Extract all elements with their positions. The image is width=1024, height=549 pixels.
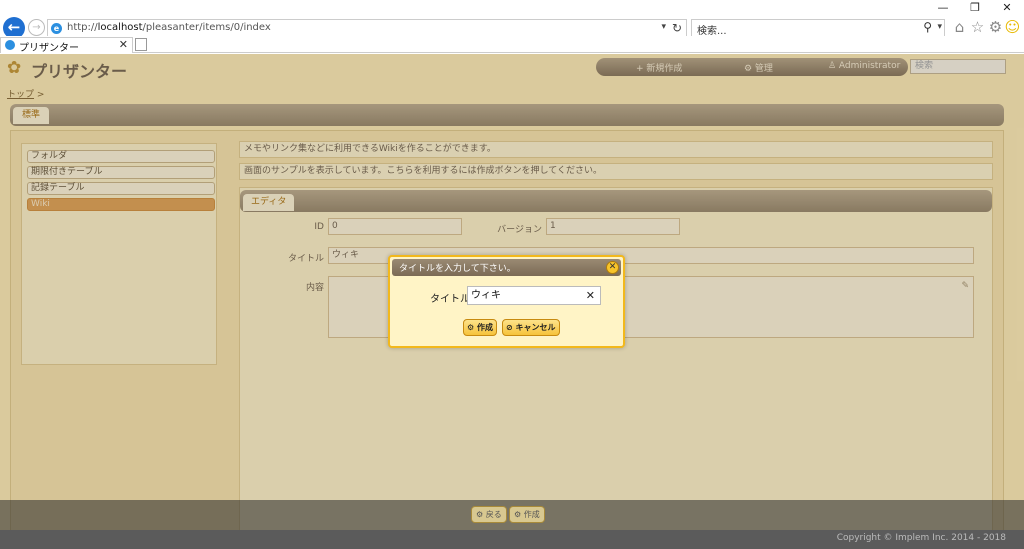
address-dropdown-icon[interactable]: ▾ [661, 22, 666, 32]
browser-search-placeholder: 検索... [697, 26, 727, 37]
copyright-bar: Copyright © Implem Inc. 2014 - 2018 [0, 530, 1024, 549]
search-dropdown-icon[interactable]: ▾ [937, 22, 942, 32]
browser-tabbar: プリザンター ✕ [0, 36, 1024, 54]
dialog-close-icon[interactable]: ✕ [606, 261, 619, 274]
dialog-title: タイトルを入力して下さい。 [399, 264, 516, 274]
browser-tab-title: プリザンター [19, 43, 79, 54]
minimize-button[interactable]: — [928, 0, 958, 16]
footer-button-bar: ⚙ 戻る ⚙ 作成 [0, 500, 1024, 530]
tab-close-icon[interactable]: ✕ [119, 38, 128, 51]
dialog-create-button[interactable]: ⚙ 作成 [463, 319, 497, 336]
favorites-star-icon[interactable]: ☆ [969, 19, 986, 36]
dialog-cancel-button[interactable]: ⊘ キャンセル [502, 319, 560, 336]
browser-tab[interactable]: プリザンター ✕ [0, 37, 133, 54]
clear-input-icon[interactable]: ✕ [586, 287, 595, 304]
tab-ie-icon [5, 40, 15, 50]
browser-search-input[interactable]: 検索... ⚲ ▾ [691, 19, 945, 37]
feedback-smiley-icon[interactable]: ☺ [1004, 19, 1021, 36]
address-url: http://localhost/pleasanter/items/0/inde… [67, 22, 271, 33]
dialog-header: タイトルを入力して下さい。 ✕ [392, 259, 621, 276]
ie-page-icon: e [51, 23, 62, 34]
footer-create-button[interactable]: ⚙ 作成 [509, 506, 545, 523]
forward-arrow-icon[interactable]: → [28, 19, 45, 36]
address-bar[interactable]: e http://localhost/pleasanter/items/0/in… [47, 19, 687, 37]
title-input-dialog: タイトルを入力して下さい。 ✕ タイトル ウィキ ✕ ⚙ 作成 ⊘ キャンセル [388, 255, 625, 348]
refresh-icon[interactable]: ↻ [672, 21, 682, 35]
dialog-title-value: ウィキ [471, 290, 501, 301]
browser-navbar: ← → e http://localhost/pleasanter/items/… [0, 16, 1024, 39]
maximize-button[interactable]: ❐ [960, 0, 990, 16]
back-button[interactable]: ⚙ 戻る [471, 506, 507, 523]
window-titlebar: — ❐ ✕ [0, 0, 1024, 16]
home-icon[interactable]: ⌂ [951, 19, 968, 36]
new-tab-icon[interactable] [135, 38, 147, 51]
dialog-title-label: タイトル [430, 294, 470, 305]
dialog-title-input[interactable]: ウィキ ✕ [467, 286, 601, 305]
search-icon[interactable]: ⚲ [923, 20, 932, 34]
settings-gear-icon[interactable]: ⚙ [987, 19, 1004, 36]
copyright-text: Copyright © Implem Inc. 2014 - 2018 [836, 533, 1006, 543]
close-window-button[interactable]: ✕ [992, 0, 1022, 16]
